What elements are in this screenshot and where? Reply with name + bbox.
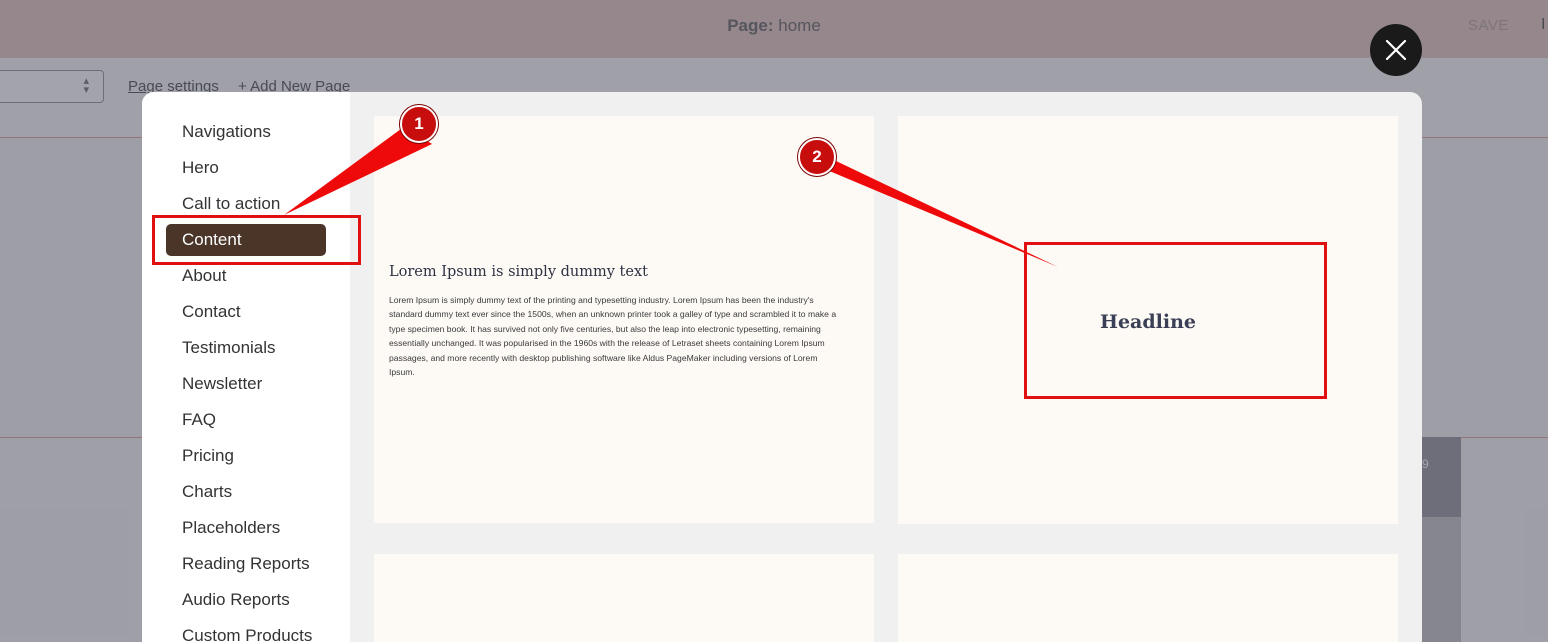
annotation-badge-2: 2 [798,138,836,176]
annotation-arrows [284,126,1058,267]
annotation-arrow-2 [813,150,1058,267]
annotation-badge-1: 1 [400,105,438,143]
